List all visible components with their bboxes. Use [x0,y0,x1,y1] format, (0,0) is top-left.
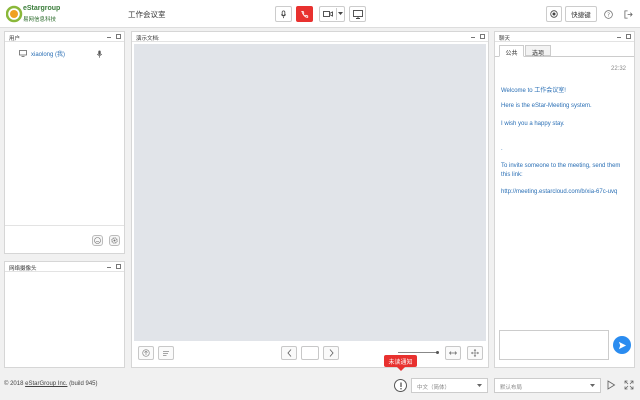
chat-message: I wish you a happy stay. [501,121,565,127]
tab-options[interactable]: 选项 [525,45,551,57]
chat-panel-header: 聊天 [495,32,634,42]
smile-icon [94,237,101,244]
minimize-icon[interactable] [471,37,475,38]
top-bar: eStargroup 易网信息科技 工作会议室 快捷键 ? [0,0,640,28]
fit-width-icon [449,351,457,355]
logout-icon [624,10,633,19]
send-message-button[interactable] [613,336,631,354]
microphone-button[interactable] [275,6,292,22]
chevron-right-icon [329,349,334,357]
exclamation-icon [399,382,402,389]
monitor-icon [352,9,363,19]
presentation-canvas[interactable] [134,44,486,341]
fullscreen-button[interactable] [624,380,634,392]
presentation-panel: 演示文档: [131,31,489,368]
logout-button[interactable] [624,10,633,21]
page-number-input[interactable] [301,346,319,360]
microphone-icon [96,50,103,58]
copyright-prefix: © 2018 [4,381,26,387]
layout-select-value: 默认布局 [500,385,523,391]
users-panel: 用户 xiaolong (我) [4,31,125,254]
maximize-icon[interactable] [626,34,631,39]
camera-button[interactable] [319,6,345,22]
notification-button[interactable] [394,379,407,392]
fit-width-button[interactable] [445,346,461,360]
user-name: xiaolong (我) [31,52,66,58]
hangup-button[interactable] [296,6,313,22]
svg-text:?: ? [607,13,610,19]
play-icon [607,380,616,390]
maximize-icon[interactable] [116,34,121,39]
chevron-down-icon[interactable] [338,12,343,16]
language-select-value: 中文（简体） [417,385,451,391]
gear-icon [111,237,118,244]
chat-message: Here is the eStar-Meeting system. [501,103,592,109]
poll-button[interactable] [158,346,174,360]
logo: eStargroup 易网信息科技 [5,4,61,24]
send-icon [618,341,626,349]
camera-panel-title: 网络摄像头 [9,266,37,272]
video-camera-icon [323,11,333,17]
record-button[interactable] [546,6,562,22]
phone-icon [301,10,309,18]
language-select[interactable]: 中文（简体） [411,378,488,393]
chat-message: Welcome to 工作会议室! [501,88,566,94]
logo-subtitle: 易网信息科技 [23,17,57,23]
chat-panel: 聊天 公共 选项 22:32 Welcome to 工作会议室! Here is… [494,31,635,368]
chevron-down-icon [477,384,482,387]
list-icon [163,350,169,356]
fullscreen-icon [624,380,634,390]
minimize-icon[interactable] [617,37,621,38]
chat-message-input[interactable] [499,330,609,360]
record-icon [550,10,558,18]
users-panel-header: 用户 [5,32,124,42]
upload-icon [142,349,150,357]
maximize-icon[interactable] [116,264,121,269]
copyright-link[interactable]: eStarGroup Inc. [25,381,67,387]
presentation-panel-title: 演示文档: [136,36,160,42]
microphone-icon [280,9,287,18]
presentation-panel-header: 演示文档: [132,32,488,42]
next-page-button[interactable] [323,346,339,360]
users-panel-title: 用户 [9,36,21,42]
chat-timestamp: 22:32 [610,66,626,72]
chevron-left-icon [286,349,291,357]
help-button[interactable]: ? [604,10,613,21]
room-title: 工作会议室 [128,10,166,19]
tab-public[interactable]: 公共 [499,45,524,57]
maximize-icon[interactable] [480,34,485,39]
chevron-down-icon [590,384,595,387]
copyright: © 2018 eStarGroup Inc. (build 945) [4,381,98,387]
chat-message: this link: [501,172,523,178]
camera-panel: 网络摄像头 [4,261,125,368]
apply-layout-button[interactable] [606,380,616,392]
unread-notification-tooltip: 未读通知 [384,355,417,367]
settings-button[interactable] [109,235,120,246]
chat-message: To invite someone to the meeting, send t… [501,163,621,169]
zoom-slider[interactable] [398,351,439,354]
previous-page-button[interactable] [281,346,297,360]
chat-link[interactable]: http://meeting.estarcloud.com/b/xia-67c-… [501,189,617,195]
chat-panel-title: 聊天 [499,36,511,42]
copyright-suffix: (build 945) [67,381,98,387]
camera-panel-header: 网络摄像头 [5,262,124,272]
help-icon: ? [604,10,613,19]
screen-share-button[interactable] [349,6,366,22]
tooltip-arrow [397,367,405,371]
upload-button[interactable] [138,346,154,360]
user-monitor-icon [19,50,27,57]
move-icon [471,349,479,357]
user-item[interactable]: xiaolong (我) [19,49,119,58]
pan-button[interactable] [467,346,483,360]
layout-select[interactable]: 默认布局 [494,378,601,393]
logo-text: eStargroup [23,5,61,12]
minimize-icon[interactable] [107,37,111,38]
zoom-slider-handle[interactable] [436,351,439,354]
minimize-icon[interactable] [107,267,111,268]
chat-message: . [501,146,503,152]
shortcut-button[interactable]: 快捷键 [565,6,597,22]
emoji-button[interactable] [92,235,103,246]
